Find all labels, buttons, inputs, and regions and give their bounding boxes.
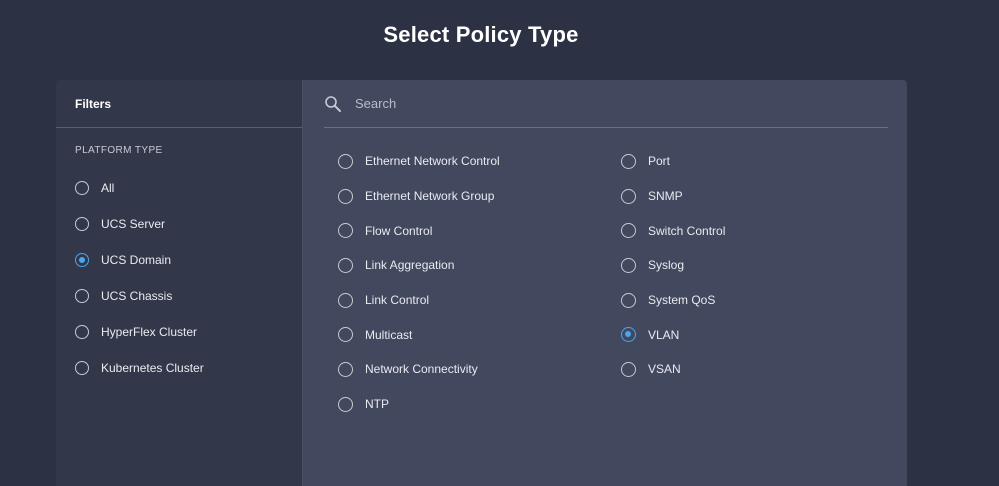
policy-item-label: VSAN (648, 362, 681, 377)
radio-button[interactable] (75, 361, 89, 375)
policy-type-dialog: Filters PLATFORM TYPE All UCS Server UCS… (56, 80, 907, 486)
policy-item-system-qos[interactable]: System QoS (621, 283, 878, 318)
policy-item-snmp[interactable]: SNMP (621, 179, 878, 214)
policy-item-multicast[interactable]: Multicast (338, 317, 621, 352)
policy-item-label: VLAN (648, 327, 680, 342)
policy-item-syslog[interactable]: Syslog (621, 248, 878, 283)
radio-button[interactable] (621, 188, 636, 204)
search-icon (324, 95, 342, 113)
policy-item-label: Switch Control (648, 223, 726, 238)
filters-panel: Filters PLATFORM TYPE All UCS Server UCS… (56, 80, 303, 486)
policy-item-label: Link Aggregation (365, 258, 455, 273)
filter-item-label: All (101, 181, 115, 195)
radio-button[interactable] (338, 396, 353, 412)
policy-item-switch-control[interactable]: Switch Control (621, 213, 878, 248)
policy-item-label: System QoS (648, 293, 716, 308)
search-input[interactable] (353, 95, 857, 112)
policy-item-label: Flow Control (365, 223, 433, 238)
radio-button[interactable] (338, 223, 353, 239)
policy-item-vlan[interactable]: VLAN (621, 317, 878, 352)
radio-button[interactable] (621, 361, 636, 377)
radio-button[interactable] (338, 188, 353, 204)
radio-button[interactable] (75, 217, 89, 231)
radio-button[interactable] (621, 292, 636, 308)
filter-item-kubernetes-cluster[interactable]: Kubernetes Cluster (56, 350, 302, 386)
policy-item-label: Syslog (648, 258, 685, 273)
policy-item-label: NTP (365, 397, 389, 412)
radio-button[interactable] (621, 223, 636, 239)
page: Select Policy Type Filters PLATFORM TYPE… (0, 0, 999, 486)
policy-column-right: Port SNMP Switch Control Syslog System Q… (621, 144, 878, 422)
radio-button[interactable] (75, 181, 89, 195)
platform-type-list: All UCS Server UCS Domain UCS Chassis Hy… (56, 170, 302, 386)
radio-button[interactable] (338, 327, 353, 343)
filter-item-ucs-server[interactable]: UCS Server (56, 206, 302, 242)
page-title: Select Policy Type (383, 22, 579, 47)
policy-column-left: Ethernet Network Control Ethernet Networ… (338, 144, 621, 422)
filter-item-label: Kubernetes Cluster (101, 361, 204, 375)
radio-button[interactable] (621, 257, 636, 273)
policy-item-ethernet-network-group[interactable]: Ethernet Network Group (338, 179, 621, 214)
policy-item-label: Port (648, 154, 671, 169)
search-bar (324, 80, 888, 128)
radio-button[interactable] (75, 325, 89, 339)
platform-type-label: PLATFORM TYPE (75, 145, 163, 156)
radio-button[interactable] (338, 153, 353, 169)
filter-item-ucs-domain[interactable]: UCS Domain (56, 242, 302, 278)
policy-item-label: Ethernet Network Group (365, 189, 495, 204)
policy-item-network-connectivity[interactable]: Network Connectivity (338, 352, 621, 387)
policy-item-flow-control[interactable]: Flow Control (338, 213, 621, 248)
policy-item-link-aggregation[interactable]: Link Aggregation (338, 248, 621, 283)
radio-button[interactable] (75, 289, 89, 303)
policy-item-vsan[interactable]: VSAN (621, 352, 878, 387)
policy-item-ntp[interactable]: NTP (338, 387, 621, 422)
policy-item-label: Multicast (365, 327, 413, 342)
policy-item-label: Network Connectivity (365, 362, 478, 377)
radio-button[interactable] (621, 153, 636, 169)
policy-item-label: Link Control (365, 293, 430, 308)
filter-item-label: HyperFlex Cluster (101, 325, 198, 339)
radio-button[interactable] (338, 257, 353, 273)
policy-item-ethernet-network-control[interactable]: Ethernet Network Control (338, 144, 621, 179)
filter-item-ucs-chassis[interactable]: UCS Chassis (56, 278, 302, 314)
policy-item-label: Ethernet Network Control (365, 154, 500, 169)
policy-item-port[interactable]: Port (621, 144, 878, 179)
filter-item-all[interactable]: All (56, 170, 302, 206)
filter-item-label: UCS Chassis (101, 289, 173, 303)
radio-button[interactable] (338, 361, 353, 377)
policy-item-link-control[interactable]: Link Control (338, 283, 621, 318)
policy-options: Ethernet Network Control Ethernet Networ… (338, 144, 878, 422)
radio-button[interactable] (75, 253, 89, 267)
policy-list-panel: Ethernet Network Control Ethernet Networ… (303, 80, 907, 486)
policy-item-label: SNMP (648, 189, 683, 204)
radio-button[interactable] (621, 327, 636, 343)
filter-item-label: UCS Domain (101, 253, 172, 267)
radio-button[interactable] (338, 292, 353, 308)
filter-item-label: UCS Server (101, 217, 166, 231)
filter-item-hyperflex-cluster[interactable]: HyperFlex Cluster (56, 314, 302, 350)
filters-header: Filters (56, 80, 302, 128)
